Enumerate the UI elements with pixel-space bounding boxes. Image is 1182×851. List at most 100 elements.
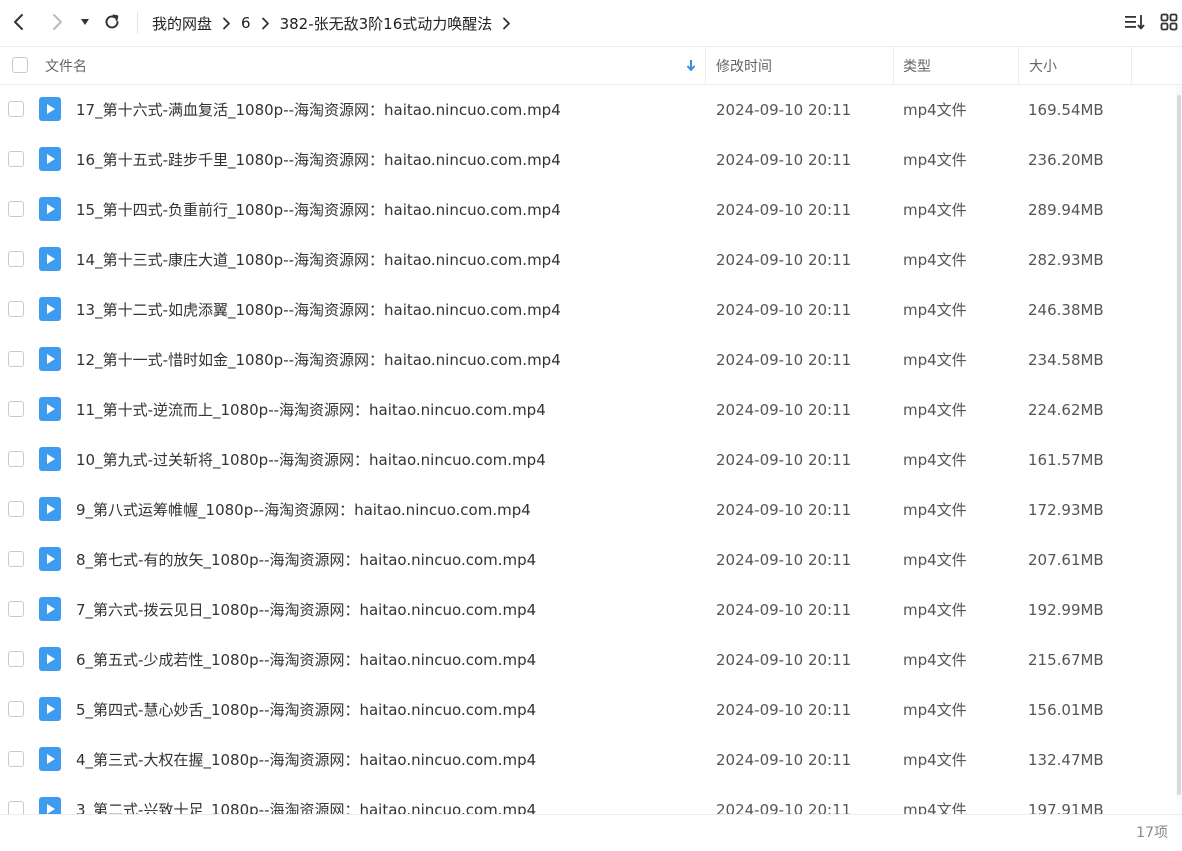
file-name[interactable]: 13_第十二式-如虎添翼_1080p--海淘资源网：haitao.nincuo.… — [76, 285, 561, 335]
file-name[interactable]: 8_第七式-有的放矢_1080p--海淘资源网：haitao.nincuo.co… — [76, 535, 536, 585]
file-size: 215.67MB — [1028, 651, 1104, 669]
column-divider[interactable] — [893, 47, 894, 84]
file-row[interactable]: 10_第九式-过关斩将_1080p--海淘资源网：haitao.nincuo.c… — [0, 435, 1176, 485]
history-dropdown-button[interactable] — [72, 9, 98, 35]
file-modified-time: 2024-09-10 20:11 — [716, 151, 852, 169]
video-file-icon — [39, 697, 61, 721]
file-row[interactable]: 14_第十三式-康庄大道_1080p--海淘资源网：haitao.nincuo.… — [0, 235, 1176, 285]
file-size: 234.58MB — [1028, 351, 1104, 369]
chevron-right-icon[interactable] — [502, 17, 511, 30]
video-file-icon — [39, 97, 61, 121]
file-row[interactable]: 13_第十二式-如虎添翼_1080p--海淘资源网：haitao.nincuo.… — [0, 285, 1176, 335]
file-list-header: 文件名 修改时间 类型 大小 — [0, 46, 1182, 85]
file-name[interactable]: 12_第十一式-惜时如金_1080p--海淘资源网：haitao.nincuo.… — [76, 335, 561, 385]
row-checkbox[interactable] — [8, 551, 24, 567]
file-name[interactable]: 9_第八式运筹帷幄_1080p--海淘资源网：haitao.nincuo.com… — [76, 485, 531, 535]
video-file-icon — [39, 197, 61, 221]
file-size: 169.54MB — [1028, 101, 1104, 119]
file-row[interactable]: 12_第十一式-惜时如金_1080p--海淘资源网：haitao.nincuo.… — [0, 335, 1176, 385]
row-checkbox[interactable] — [8, 201, 24, 217]
file-size: 172.93MB — [1028, 501, 1104, 519]
file-type: mp4文件 — [903, 101, 967, 119]
row-checkbox[interactable] — [8, 801, 24, 814]
file-type: mp4文件 — [903, 151, 967, 169]
file-row[interactable]: 16_第十五式-跬步千里_1080p--海淘资源网：haitao.nincuo.… — [0, 135, 1176, 185]
row-checkbox[interactable] — [8, 751, 24, 767]
column-header-modified[interactable]: 修改时间 — [716, 47, 772, 84]
column-divider[interactable] — [1018, 47, 1019, 84]
video-file-icon — [39, 597, 61, 621]
row-checkbox[interactable] — [8, 251, 24, 267]
file-name[interactable]: 6_第五式-少成若性_1080p--海淘资源网：haitao.nincuo.co… — [76, 635, 536, 685]
sort-button[interactable] — [1121, 9, 1149, 35]
file-row[interactable]: 15_第十四式-负重前行_1080p--海淘资源网：haitao.nincuo.… — [0, 185, 1176, 235]
file-row[interactable]: 4_第三式-大权在握_1080p--海淘资源网：haitao.nincuo.co… — [0, 735, 1176, 785]
row-checkbox[interactable] — [8, 401, 24, 417]
breadcrumb-item-current[interactable]: 382-张无敌3阶16式动力唤醒法 — [280, 13, 493, 34]
file-row[interactable]: 17_第十六式-满血复活_1080p--海淘资源网：haitao.nincuo.… — [0, 85, 1176, 135]
file-name[interactable]: 16_第十五式-跬步千里_1080p--海淘资源网：haitao.nincuo.… — [76, 135, 561, 185]
refresh-button[interactable] — [98, 9, 126, 35]
breadcrumb-item-folder[interactable]: 6 — [241, 14, 251, 32]
column-header-size[interactable]: 大小 — [1029, 47, 1057, 84]
file-row[interactable]: 3_第二式-兴致十足_1080p--海淘资源网：haitao.nincuo.co… — [0, 785, 1176, 814]
file-row[interactable]: 5_第四式-慧心妙舌_1080p--海淘资源网：haitao.nincuo.co… — [0, 685, 1176, 735]
forward-button[interactable] — [43, 9, 71, 35]
row-checkbox[interactable] — [8, 651, 24, 667]
file-name[interactable]: 11_第十式-逆流而上_1080p--海淘资源网：haitao.nincuo.c… — [76, 385, 546, 435]
file-type: mp4文件 — [903, 651, 967, 669]
file-name[interactable]: 15_第十四式-负重前行_1080p--海淘资源网：haitao.nincuo.… — [76, 185, 561, 235]
file-row[interactable]: 9_第八式运筹帷幄_1080p--海淘资源网：haitao.nincuo.com… — [0, 485, 1176, 535]
video-file-icon — [39, 147, 61, 171]
back-button[interactable] — [5, 9, 33, 35]
vertical-scrollbar[interactable] — [1176, 85, 1182, 800]
view-toggle-button[interactable] — [1155, 9, 1182, 35]
file-size: 132.47MB — [1028, 751, 1104, 769]
file-name[interactable]: 17_第十六式-满血复活_1080p--海淘资源网：haitao.nincuo.… — [76, 85, 561, 135]
sort-arrow-down-icon[interactable] — [686, 47, 696, 84]
file-row[interactable]: 11_第十式-逆流而上_1080p--海淘资源网：haitao.nincuo.c… — [0, 385, 1176, 435]
file-name[interactable]: 3_第二式-兴致十足_1080p--海淘资源网：haitao.nincuo.co… — [76, 785, 536, 814]
row-checkbox[interactable] — [8, 101, 24, 117]
column-header-type[interactable]: 类型 — [903, 47, 931, 84]
select-all-checkbox[interactable] — [12, 57, 28, 73]
file-name[interactable]: 10_第九式-过关斩将_1080p--海淘资源网：haitao.nincuo.c… — [76, 435, 546, 485]
file-type: mp4文件 — [903, 601, 967, 619]
file-modified-time: 2024-09-10 20:11 — [716, 551, 852, 569]
file-name[interactable]: 4_第三式-大权在握_1080p--海淘资源网：haitao.nincuo.co… — [76, 735, 536, 785]
column-header-name[interactable]: 文件名 — [45, 47, 87, 84]
video-file-icon — [39, 547, 61, 571]
sort-icon — [1125, 15, 1145, 30]
column-divider[interactable] — [1131, 47, 1132, 84]
file-modified-time: 2024-09-10 20:11 — [716, 501, 852, 519]
file-row[interactable]: 6_第五式-少成若性_1080p--海淘资源网：haitao.nincuo.co… — [0, 635, 1176, 685]
file-row[interactable]: 8_第七式-有的放矢_1080p--海淘资源网：haitao.nincuo.co… — [0, 535, 1176, 585]
file-name[interactable]: 5_第四式-慧心妙舌_1080p--海淘资源网：haitao.nincuo.co… — [76, 685, 536, 735]
row-checkbox[interactable] — [8, 301, 24, 317]
toolbar: 我的网盘 6 382-张无敌3阶16式动力唤醒法 — [0, 0, 1182, 46]
file-type: mp4文件 — [903, 551, 967, 569]
video-file-icon — [39, 397, 61, 421]
row-checkbox[interactable] — [8, 151, 24, 167]
file-name[interactable]: 7_第六式-拨云见日_1080p--海淘资源网：haitao.nincuo.co… — [76, 585, 536, 635]
row-checkbox[interactable] — [8, 701, 24, 717]
file-modified-time: 2024-09-10 20:11 — [716, 651, 852, 669]
file-row[interactable]: 7_第六式-拨云见日_1080p--海淘资源网：haitao.nincuo.co… — [0, 585, 1176, 635]
item-count: 17项 — [1136, 825, 1168, 841]
breadcrumb: 我的网盘 6 382-张无敌3阶16式动力唤醒法 — [152, 0, 521, 46]
column-divider[interactable] — [705, 47, 706, 84]
row-checkbox[interactable] — [8, 451, 24, 467]
row-checkbox[interactable] — [8, 351, 24, 367]
file-size: 161.57MB — [1028, 451, 1104, 469]
file-type: mp4文件 — [903, 301, 967, 319]
breadcrumb-item-root[interactable]: 我的网盘 — [152, 13, 212, 34]
file-modified-time: 2024-09-10 20:11 — [716, 751, 852, 769]
file-modified-time: 2024-09-10 20:11 — [716, 401, 852, 419]
file-size: 197.91MB — [1028, 801, 1104, 814]
row-checkbox[interactable] — [8, 601, 24, 617]
scrollbar-thumb[interactable] — [1177, 95, 1181, 795]
file-name[interactable]: 14_第十三式-康庄大道_1080p--海淘资源网：haitao.nincuo.… — [76, 235, 561, 285]
file-modified-time: 2024-09-10 20:11 — [716, 801, 852, 814]
row-checkbox[interactable] — [8, 501, 24, 517]
file-size: 282.93MB — [1028, 251, 1104, 269]
